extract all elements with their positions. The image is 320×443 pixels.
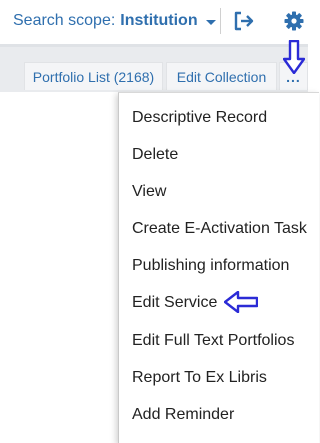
menu-item-add-reminder[interactable]: Add Reminder — [132, 404, 234, 426]
menu-item-edit-service[interactable]: Edit Service — [132, 292, 217, 314]
header-divider — [0, 44, 308, 47]
menu-item-report-to-ex-libris[interactable]: Report To Ex Libris — [132, 367, 267, 389]
caret-down-icon — [205, 19, 216, 25]
logout-icon[interactable] — [232, 9, 256, 33]
more-actions-menu: Descriptive Record Delete View Create E-… — [118, 92, 319, 443]
edit-collection-button[interactable]: Edit Collection — [166, 62, 277, 90]
annotation-arrow-left-icon — [224, 291, 258, 313]
menu-item-create-e-activation-task[interactable]: Create E-Activation Task — [132, 218, 307, 240]
search-scope-label: Search scope: — [13, 12, 116, 29]
menu-item-descriptive-record[interactable]: Descriptive Record — [132, 107, 267, 129]
menu-item-publishing-information[interactable]: Publishing information — [132, 255, 289, 277]
menu-item-view[interactable]: View — [132, 181, 166, 203]
portfolio-list-button[interactable]: Portfolio List (2168) — [24, 62, 163, 90]
search-scope-value: Institution — [120, 12, 198, 29]
top-bar: Search scope: Institution — [0, 0, 308, 44]
toolbar-divider — [220, 8, 221, 34]
search-scope-dropdown[interactable]: Search scope: Institution — [13, 10, 216, 32]
action-bar: Portfolio List (2168) Edit Collection ..… — [0, 44, 308, 92]
annotation-arrow-down-icon — [283, 40, 305, 74]
menu-item-edit-full-text-portfolios[interactable]: Edit Full Text Portfolios — [132, 330, 294, 352]
menu-item-delete[interactable]: Delete — [132, 144, 178, 166]
gear-icon[interactable] — [282, 9, 306, 33]
